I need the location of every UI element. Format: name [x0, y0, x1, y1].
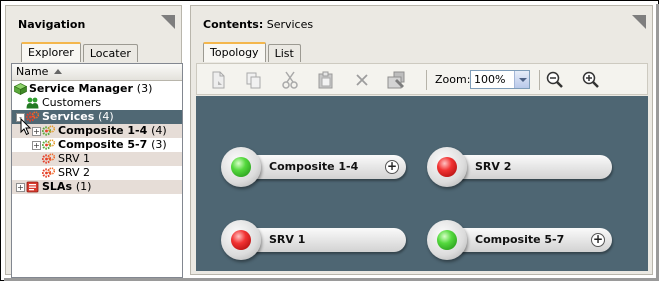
node-label: Composite 5-7 — [475, 233, 565, 246]
contents-title: Contents: Services — [203, 18, 313, 31]
tree-item-services[interactable]: - Services (4) — [12, 110, 182, 124]
toolbar: Zoom: 100% — [196, 63, 648, 95]
tab-topology[interactable]: Topology — [203, 42, 266, 62]
tree-item-service-manager[interactable]: Service Manager (3) — [12, 82, 182, 96]
service-icon — [42, 153, 55, 164]
contents-title-prefix: Contents: — [203, 18, 264, 31]
tree-item-label: Composite 5-7 — [58, 138, 148, 151]
tab-list[interactable]: List — [267, 44, 301, 62]
tree-item-customers[interactable]: Customers — [12, 96, 182, 110]
node-label: Composite 1-4 — [269, 160, 359, 173]
composite-service-icon — [42, 139, 55, 150]
explorer-tree: Name Service Manager (3) Customers - Ser… — [11, 63, 183, 278]
tree-item-label: Customers — [42, 96, 102, 109]
status-green-icon — [231, 157, 251, 177]
customers-icon — [26, 97, 39, 109]
tree-item-label: SRV 1 — [58, 152, 91, 165]
chevron-down-icon[interactable] — [514, 71, 529, 88]
tree-item-count: (3) — [151, 138, 167, 151]
sla-icon — [26, 181, 39, 193]
navigation-title: Navigation — [18, 18, 86, 31]
cut-icon[interactable] — [279, 69, 301, 91]
topology-node-srv-1[interactable]: SRV 1 — [221, 220, 406, 260]
navigation-tabs: Explorer Locater — [21, 42, 140, 62]
status-red-icon — [231, 230, 251, 250]
panel-menu-icon[interactable] — [161, 15, 175, 29]
contents-panel: Contents: Services Topology List Zoom: 1… — [190, 5, 653, 275]
toolbar-separator — [539, 70, 540, 90]
composite-service-icon — [42, 125, 55, 136]
mouse-cursor-icon — [20, 118, 32, 136]
tree-item-count: (4) — [98, 110, 114, 123]
tree-item-composite-1-4[interactable]: + Composite 1-4 (4) — [12, 124, 182, 138]
tab-explorer[interactable]: Explorer — [21, 42, 81, 62]
expand-toggle[interactable]: + — [16, 183, 25, 192]
panel-menu-icon[interactable] — [632, 15, 646, 29]
topology-node-srv-2[interactable]: SRV 2 — [427, 147, 612, 187]
topology-node-composite-5-7[interactable]: Composite 5-7 + — [427, 220, 612, 260]
service-icon — [42, 167, 55, 178]
paste-icon[interactable] — [315, 69, 337, 91]
tree-item-label: Service Manager — [29, 82, 133, 95]
status-red-icon — [437, 157, 457, 177]
tree-item-label: SRV 2 — [58, 166, 91, 179]
tree-item-slas[interactable]: + SLAs (1) — [12, 180, 182, 194]
delete-icon[interactable] — [351, 69, 373, 91]
expand-node-icon[interactable]: + — [385, 160, 399, 174]
tree-item-srv-1[interactable]: SRV 1 — [12, 152, 182, 166]
tree-item-srv-2[interactable]: SRV 2 — [12, 166, 182, 180]
properties-icon[interactable] — [385, 69, 407, 91]
toolbar-separator — [426, 70, 427, 90]
tree-item-count: (3) — [136, 82, 153, 95]
tree-item-label: Composite 1-4 — [58, 124, 148, 137]
contents-tabs: Topology List — [203, 42, 303, 62]
zoom-select[interactable]: 100% — [470, 70, 530, 89]
topology-canvas[interactable]: Composite 1-4 + SRV 2 SRV 1 Composite 5-… — [196, 96, 648, 271]
topology-node-composite-1-4[interactable]: Composite 1-4 + — [221, 147, 406, 187]
status-green-icon — [437, 230, 457, 250]
node-label: SRV 1 — [269, 233, 306, 246]
new-document-icon[interactable] — [207, 69, 229, 91]
zoom-in-icon[interactable] — [580, 69, 602, 91]
node-label: SRV 2 — [475, 160, 512, 173]
zoom-value: 100% — [474, 73, 506, 86]
tab-locater[interactable]: Locater — [82, 44, 138, 62]
tree-item-label: SLAs — [42, 180, 72, 193]
tree-item-composite-5-7[interactable]: + Composite 5-7 (3) — [12, 138, 182, 152]
contents-title-value: Services — [266, 18, 314, 31]
column-header-name[interactable]: Name — [12, 64, 182, 81]
expand-toggle[interactable]: + — [32, 127, 41, 136]
service-manager-icon — [14, 83, 27, 95]
navigation-panel: Navigation Explorer Locater Name Service… — [5, 5, 183, 278]
zoom-label: Zoom: — [435, 73, 471, 86]
column-header-label: Name — [16, 65, 49, 78]
zoom-out-icon[interactable] — [544, 69, 566, 91]
sort-ascending-icon — [54, 69, 63, 74]
tree-item-label: Services — [42, 110, 95, 123]
expand-toggle[interactable]: + — [32, 141, 41, 150]
tree-item-count: (4) — [151, 124, 167, 137]
copy-icon[interactable] — [243, 69, 265, 91]
expand-node-icon[interactable]: + — [591, 233, 605, 247]
tree-item-count: (1) — [75, 180, 92, 193]
